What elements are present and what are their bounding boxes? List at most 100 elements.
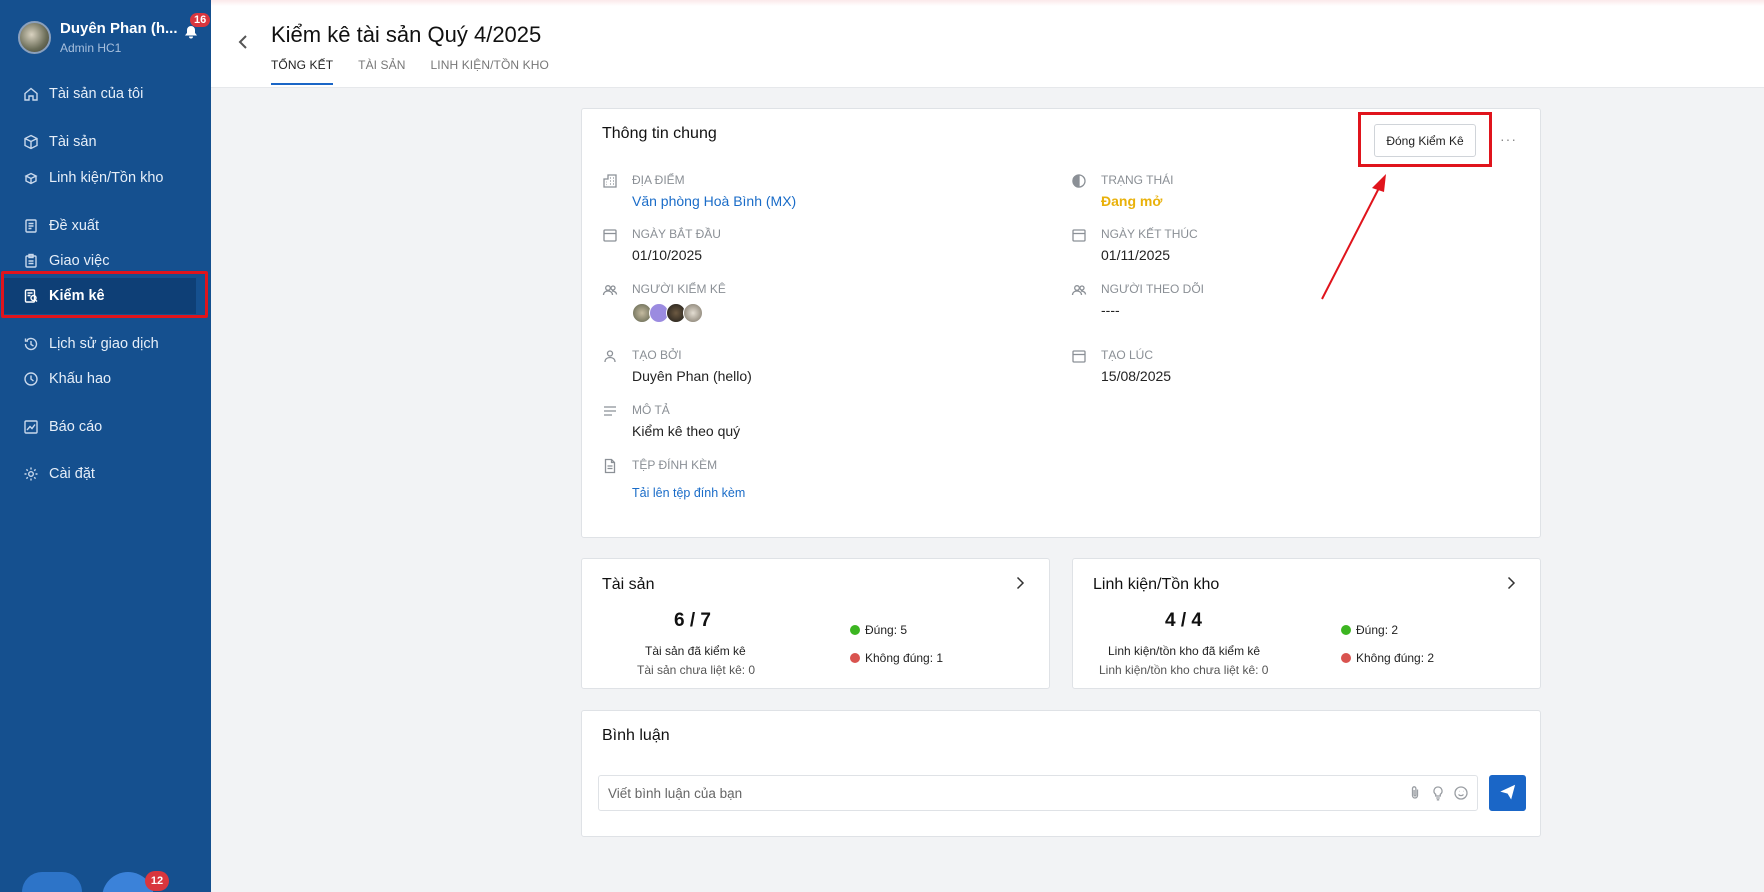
legend-incorrect: Không đúng: 1: [850, 651, 943, 665]
sidebar-item-label: Tài sản của tôi: [49, 86, 144, 102]
field-label: NGÀY BẮT ĐẦU: [632, 227, 721, 241]
gear-icon: [23, 466, 39, 482]
sidebar-item-my-assets[interactable]: Tài sản của tôi: [0, 76, 211, 112]
card-title: Thông tin chung: [602, 125, 717, 142]
chevron-right-icon[interactable]: [1013, 576, 1027, 590]
created-at-value: 15/08/2025: [1101, 368, 1172, 384]
sidebar-item-reports[interactable]: Báo cáo: [0, 409, 211, 445]
components-unlisted-label: Linh kiện/tồn kho chưa liệt kê: 0: [1099, 663, 1269, 677]
avatar[interactable]: [18, 21, 51, 54]
help-widget[interactable]: [22, 872, 82, 892]
red-dot-icon: [850, 653, 860, 663]
home-icon: [23, 86, 39, 102]
field-label: TẠO BỞI: [632, 348, 682, 362]
comments-card: Bình luận: [581, 710, 1541, 837]
upload-attachment-link[interactable]: Tải lên tệp đính kèm: [632, 486, 745, 500]
half-circle-icon: [1071, 173, 1087, 189]
description-value: Kiểm kê theo quý: [632, 423, 741, 439]
send-button[interactable]: [1489, 775, 1526, 811]
status-value: Đang mở: [1101, 193, 1163, 209]
assets-count: 6 / 7: [674, 610, 711, 631]
box-icon: [23, 134, 39, 150]
sidebar-item-label: Đề xuất: [49, 218, 99, 234]
red-dot-icon: [1341, 653, 1351, 663]
field-label: NGƯỜI THEO DÕI: [1101, 282, 1204, 296]
header-topline: [211, 0, 1764, 6]
location-link[interactable]: Văn phòng Hoà Bình (MX): [632, 193, 796, 209]
field-label: TỆP ĐÍNH KÈM: [632, 458, 718, 472]
green-dot-icon: [1341, 625, 1351, 635]
components-summary-card[interactable]: Linh kiện/Tồn kho 4 / 4 Linh kiện/tồn kh…: [1072, 558, 1541, 689]
user-icon: [602, 348, 618, 364]
sidebar-item-depreciation[interactable]: Khấu hao: [0, 361, 211, 397]
chat-badge: 12: [145, 871, 169, 891]
page-header: Kiểm kê tài sản Quý 4/2025 TỔNG KẾT TÀI …: [211, 0, 1764, 88]
legend-correct: Đúng: 5: [850, 623, 907, 637]
send-icon: [1499, 784, 1516, 803]
end-date-value: 01/11/2025: [1101, 247, 1171, 263]
tab-components[interactable]: LINH KIỆN/TỒN KHO: [431, 58, 549, 85]
text-lines-icon: [602, 403, 618, 419]
field-label: NGÀY KẾT THÚC: [1101, 227, 1198, 241]
comment-input[interactable]: [598, 775, 1478, 811]
more-options-icon[interactable]: ···: [1500, 131, 1517, 147]
legend-label: Không đúng: 1: [865, 651, 944, 665]
sidebar-item-proposals[interactable]: Đề xuất: [0, 208, 211, 244]
users-icon: [1071, 282, 1087, 298]
chart-icon: [23, 419, 39, 435]
components-checked-label: Linh kiện/tồn kho đã kiểm kê: [1108, 644, 1261, 658]
back-arrow-icon[interactable]: [233, 32, 253, 52]
clock-icon: [23, 371, 39, 387]
followers-value: ----: [1101, 302, 1120, 318]
chevron-right-icon[interactable]: [1504, 576, 1518, 590]
calendar-icon: [602, 227, 618, 243]
card-title: Tài sản: [602, 576, 655, 593]
assets-checked-label: Tài sản đã kiểm kê: [645, 644, 746, 658]
clipboard-icon: [23, 253, 39, 269]
annotation-highlight-box: [1, 271, 208, 318]
field-label: TẠO LÚC: [1101, 348, 1154, 362]
field-label: NGƯỜI KIỂM KÊ: [632, 282, 726, 296]
general-info-card: Thông tin chung Đóng Kiểm Kê ··· ĐỊA ĐIỂ…: [581, 108, 1541, 538]
sidebar: Duyên Phan (h... Admin HC1 16 Tài sản củ…: [0, 0, 211, 892]
sidebar-item-transaction-history[interactable]: Lịch sử giao dịch: [0, 326, 211, 362]
user-profile[interactable]: Duyên Phan (h... Admin HC1: [18, 20, 178, 55]
card-title: Linh kiện/Tồn kho: [1093, 576, 1220, 593]
comment-tools: [1407, 785, 1476, 801]
sidebar-item-label: Giao việc: [49, 253, 110, 269]
legend-incorrect: Không đúng: 2: [1341, 651, 1434, 665]
file-icon: [602, 458, 618, 474]
field-label: ĐỊA ĐIỂM: [632, 173, 685, 187]
sidebar-item-components[interactable]: Linh kiện/Tồn kho: [0, 160, 211, 196]
sidebar-item-label: Linh kiện/Tồn kho: [49, 170, 164, 186]
notification-badge: 16: [190, 13, 211, 27]
sidebar-item-label: Báo cáo: [49, 419, 103, 435]
sidebar-item-assets[interactable]: Tài sản: [0, 124, 211, 160]
user-role: Admin HC1: [60, 41, 122, 55]
tab-summary[interactable]: TỔNG KẾT: [271, 58, 334, 85]
legend-label: Không đúng: 2: [1356, 651, 1435, 665]
card-title: Bình luận: [602, 727, 670, 744]
sidebar-item-label: Tài sản: [49, 134, 97, 150]
building-icon: [602, 173, 618, 189]
sidebar-item-settings[interactable]: Cài đặt: [0, 456, 211, 492]
tab-assets[interactable]: TÀI SẢN: [358, 58, 405, 85]
user-name: Duyên Phan (h...: [60, 20, 178, 37]
document-icon: [23, 218, 39, 234]
avatar[interactable]: [683, 303, 703, 323]
assets-summary-card[interactable]: Tài sản 6 / 7 Tài sản đã kiểm kê Tài sản…: [581, 558, 1050, 689]
legend-label: Đúng: 5: [865, 623, 908, 637]
field-label: MÔ TẢ: [632, 403, 670, 417]
components-count: 4 / 4: [1165, 610, 1202, 631]
legend-label: Đúng: 2: [1356, 623, 1399, 637]
legend-correct: Đúng: 2: [1341, 623, 1398, 637]
users-icon: [602, 282, 618, 298]
page-title: Kiểm kê tài sản Quý 4/2025: [271, 22, 542, 47]
start-date-value: 01/10/2025: [632, 247, 703, 263]
annotation-highlight-box: [1358, 112, 1492, 167]
green-dot-icon: [850, 625, 860, 635]
components-icon: [23, 170, 39, 186]
emoji-icon[interactable]: [1453, 785, 1469, 801]
lightbulb-icon[interactable]: [1430, 785, 1446, 801]
paperclip-icon[interactable]: [1407, 785, 1423, 801]
